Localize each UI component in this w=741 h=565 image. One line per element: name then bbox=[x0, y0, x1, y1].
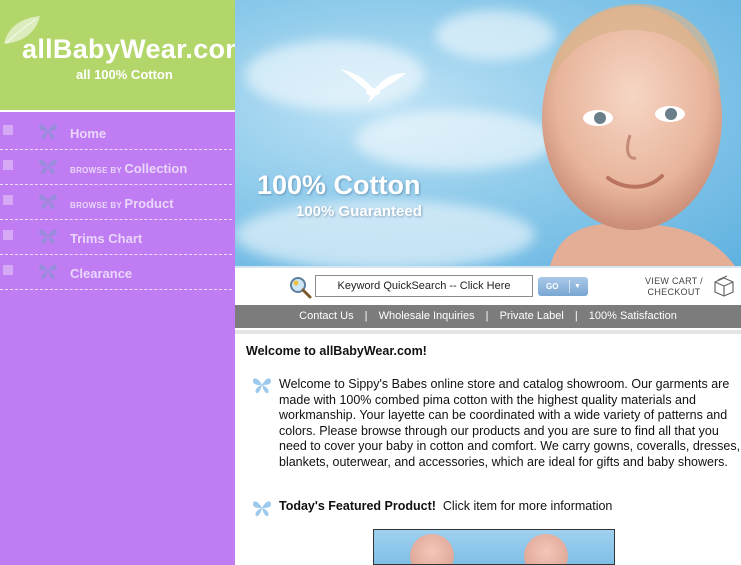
banner-headline: 100% Cotton bbox=[257, 170, 421, 200]
sidebar-item-collection[interactable]: BROWSE BY Collection bbox=[0, 150, 232, 185]
divider-bar bbox=[235, 330, 741, 334]
link-bar: Contact Us | Wholesale Inquiries | Priva… bbox=[235, 305, 741, 328]
featured-product-image[interactable] bbox=[373, 529, 615, 565]
link-contact-us[interactable]: Contact Us bbox=[299, 310, 353, 322]
sidebar-item-home[interactable]: Home bbox=[0, 115, 232, 150]
search-input[interactable] bbox=[315, 275, 533, 297]
nav-label: Trims Chart bbox=[70, 231, 143, 246]
bullet-square bbox=[3, 195, 13, 205]
nav-label: Collection bbox=[124, 161, 188, 176]
cart-label-line1: VIEW CART / bbox=[645, 276, 703, 286]
bullet-square bbox=[3, 265, 13, 275]
featured-title: Today's Featured Product! bbox=[279, 499, 436, 513]
link-private-label[interactable]: Private Label bbox=[500, 310, 564, 322]
nav-prefix: BROWSE BY bbox=[70, 201, 125, 210]
nav-label: Home bbox=[70, 126, 107, 141]
go-button[interactable]: GO ▼ bbox=[538, 277, 588, 296]
left-sidebar: allBabyWear.com all 100% Cotton Home BRO… bbox=[0, 0, 249, 565]
butterfly-icon bbox=[253, 501, 271, 517]
product-photo-baby bbox=[524, 534, 568, 564]
dropdown-arrow-icon: ▼ bbox=[574, 283, 581, 290]
go-label: GO bbox=[546, 282, 559, 291]
butterfly-icon bbox=[39, 194, 57, 210]
link-separator: | bbox=[485, 310, 489, 322]
sidebar-item-trims-chart[interactable]: Trims Chart bbox=[0, 220, 232, 255]
bullet-square bbox=[3, 230, 13, 240]
sidebar-item-product[interactable]: BROWSE BY Product bbox=[0, 185, 232, 220]
nav-label: Clearance bbox=[70, 266, 133, 281]
butterfly-icon bbox=[39, 264, 57, 280]
view-cart-link[interactable]: VIEW CART / CHECKOUT bbox=[639, 276, 709, 298]
link-separator: | bbox=[574, 310, 578, 322]
bullet-square bbox=[3, 125, 13, 135]
page-title: Welcome to allBabyWear.com! bbox=[246, 344, 427, 358]
logo-title: allBabyWear.com bbox=[22, 34, 250, 64]
logo-tagline: all 100% Cotton bbox=[76, 67, 173, 82]
banner-subheadline: 100% Guaranteed bbox=[296, 203, 422, 220]
sidebar-nav: Home BROWSE BY Collection BROWSE BY Prod… bbox=[0, 115, 232, 290]
butterfly-icon bbox=[39, 159, 57, 175]
link-wholesale-inquiries[interactable]: Wholesale Inquiries bbox=[379, 310, 475, 322]
dove-icon bbox=[340, 69, 406, 103]
featured-text: Click item for more information bbox=[442, 499, 613, 513]
baby-photo bbox=[542, 3, 735, 266]
search-bar: GO ▼ VIEW CART / CHECKOUT bbox=[235, 266, 741, 304]
link-satisfaction[interactable]: 100% Satisfaction bbox=[589, 310, 677, 322]
cart-label-line2: CHECKOUT bbox=[647, 287, 701, 297]
sidebar-item-clearance[interactable]: Clearance bbox=[0, 255, 232, 290]
bullet-square bbox=[3, 160, 13, 170]
link-separator: | bbox=[364, 310, 368, 322]
intro-paragraph: Welcome to Sippy's Babes online store an… bbox=[279, 377, 741, 469]
button-divider bbox=[569, 280, 570, 293]
product-photo-baby bbox=[410, 534, 454, 564]
featured-heading: Today's Featured Product! Click item for… bbox=[279, 499, 612, 513]
butterfly-icon bbox=[253, 378, 271, 394]
shopping-box-icon[interactable] bbox=[712, 274, 736, 298]
nav-label: Product bbox=[124, 196, 174, 211]
butterfly-icon bbox=[39, 124, 57, 140]
site-logo[interactable]: allBabyWear.com all 100% Cotton bbox=[0, 0, 249, 112]
hero-banner: 100% Cotton 100% Guaranteed bbox=[235, 0, 741, 266]
magnifier-icon bbox=[290, 277, 312, 299]
butterfly-icon bbox=[39, 229, 57, 245]
nav-prefix: BROWSE BY bbox=[70, 166, 125, 175]
